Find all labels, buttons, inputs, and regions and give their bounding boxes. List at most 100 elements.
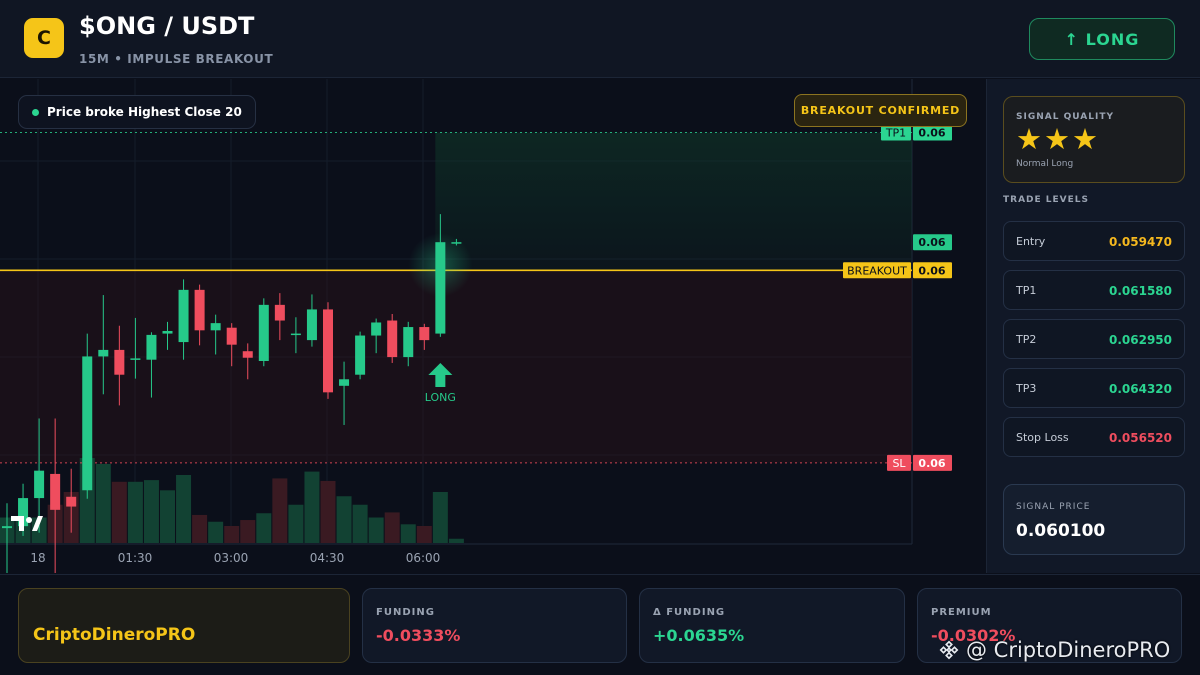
candle-body bbox=[419, 327, 430, 341]
candle-body bbox=[306, 309, 317, 341]
candle-body bbox=[371, 322, 382, 336]
volume-bar bbox=[176, 475, 192, 543]
stat-value: +0.0635% bbox=[653, 626, 745, 645]
volume-bar bbox=[400, 524, 416, 543]
volume-bar bbox=[256, 513, 272, 543]
level-row-entry: Entry 0.059470 bbox=[1003, 221, 1185, 261]
volume-bar bbox=[224, 526, 240, 543]
candle-body bbox=[130, 358, 141, 360]
volume-bar bbox=[208, 521, 224, 543]
level-name: Entry bbox=[1016, 235, 1046, 248]
coin-letter: C bbox=[37, 27, 51, 49]
candle-body bbox=[451, 242, 462, 244]
candle-body bbox=[226, 327, 237, 345]
candle-body bbox=[290, 333, 301, 336]
level-value: 0.056520 bbox=[1108, 431, 1172, 445]
volume-bar bbox=[127, 481, 143, 543]
candle bbox=[387, 314, 398, 363]
status-dot-icon bbox=[32, 108, 39, 116]
candle-body bbox=[339, 379, 350, 386]
sl-name-tag: SL bbox=[887, 454, 911, 471]
stat-card-delta-funding: Δ FUNDING +0.0635% bbox=[639, 588, 905, 663]
breakout-price-tag: 0.06 bbox=[913, 262, 952, 279]
level-value: 0.062950 bbox=[1108, 333, 1172, 347]
candle-body bbox=[323, 309, 333, 393]
candle bbox=[82, 333, 93, 499]
stat-label: FUNDING bbox=[376, 607, 435, 618]
time-axis-label: 03:00 bbox=[214, 551, 249, 565]
volume-bar bbox=[416, 526, 432, 543]
signal-sidebar: SIGNAL QUALITY ★★★ Normal Long TRADE LEV… bbox=[986, 79, 1200, 573]
current-price-tag: 0.06 bbox=[913, 234, 952, 251]
breakout-confirmed-badge: BREAKOUT CONFIRMED bbox=[794, 94, 967, 127]
volume-bar bbox=[432, 492, 448, 543]
candle-body bbox=[178, 289, 189, 343]
sl-price-tag: 0.06 bbox=[913, 454, 952, 471]
level-name: Stop Loss bbox=[1016, 431, 1069, 444]
volume-bar bbox=[160, 490, 175, 543]
trade-levels-title: TRADE LEVELS bbox=[1003, 195, 1089, 205]
candle-body bbox=[50, 473, 61, 510]
time-axis-label: 18 bbox=[30, 551, 45, 565]
level-value: 0.061580 bbox=[1108, 284, 1172, 298]
level-name: TP3 bbox=[1016, 382, 1037, 395]
tradingview-logo-icon[interactable] bbox=[10, 514, 44, 534]
candle-body bbox=[146, 334, 157, 360]
coin-logo: C bbox=[24, 18, 64, 58]
volume-bar bbox=[368, 517, 384, 543]
candle bbox=[355, 331, 366, 380]
volume-bar bbox=[95, 463, 111, 543]
sl-name-tag-text: SL bbox=[892, 457, 906, 470]
level-row-tp1: TP1 0.061580 bbox=[1003, 270, 1185, 310]
sl-price-tag-text: 0.06 bbox=[918, 457, 945, 470]
current-price-tag-text: 0.06 bbox=[918, 236, 945, 249]
footer-stats: CriptoDineroPRO FUNDING -0.0333% Δ FUNDI… bbox=[0, 574, 1200, 675]
long-marker-label: LONG bbox=[425, 391, 456, 404]
candlestick-chart[interactable]: LONG TP1 0.06 0.06 BREAKOUT 0.06 SL 0.06 18 01:… bbox=[0, 79, 985, 573]
info-chip-text: Price broke Highest Close 20 bbox=[47, 105, 242, 119]
breakout-price-tag-text: 0.06 bbox=[918, 264, 945, 277]
breakout-info-chip: Price broke Highest Close 20 bbox=[18, 95, 256, 129]
stat-label: PREMIUM bbox=[931, 607, 992, 618]
volume-bar bbox=[448, 538, 464, 543]
candle bbox=[258, 298, 269, 367]
level-row-tp2: TP2 0.062950 bbox=[1003, 319, 1185, 359]
candle-body bbox=[114, 349, 125, 375]
tp1-price-tag-text: 0.06 bbox=[918, 127, 945, 140]
candle-body bbox=[403, 327, 414, 358]
volume-bar bbox=[240, 520, 256, 543]
volume-bar bbox=[336, 496, 352, 543]
long-signal-button[interactable]: ↑ LONG bbox=[1029, 18, 1175, 60]
candle-body bbox=[98, 349, 109, 357]
candle-body bbox=[82, 356, 93, 491]
candle-body bbox=[355, 335, 366, 375]
level-name: TP1 bbox=[1016, 284, 1037, 297]
candle-body bbox=[194, 289, 205, 331]
volume-bar bbox=[272, 478, 288, 543]
volume-bar bbox=[288, 504, 304, 543]
volume-bar bbox=[111, 481, 127, 543]
stop-loss-zone bbox=[0, 270, 912, 463]
volume-bar bbox=[304, 471, 320, 543]
volume-bar bbox=[320, 480, 336, 543]
header: C $ONG / USDT 15M • IMPULSE BREAKOUT ↑ L… bbox=[0, 0, 1200, 78]
level-name: TP2 bbox=[1016, 333, 1037, 346]
candle-body bbox=[242, 351, 253, 358]
candle-body bbox=[258, 304, 269, 361]
candle-body bbox=[435, 242, 446, 334]
signal-quality-card: SIGNAL QUALITY ★★★ Normal Long bbox=[1003, 96, 1185, 183]
stat-label: Δ FUNDING bbox=[653, 607, 726, 618]
tp1-name-tag-text: TP1 bbox=[885, 127, 906, 140]
time-axis-label: 01:30 bbox=[118, 551, 153, 565]
candle-body bbox=[66, 496, 77, 507]
candle-body bbox=[210, 323, 221, 331]
time-axis-label: 06:00 bbox=[406, 551, 441, 565]
binance-logo-icon bbox=[939, 640, 959, 660]
pair-subtitle: 15M • IMPULSE BREAKOUT bbox=[79, 52, 274, 66]
watermark: @ CriptoDineroPRO bbox=[938, 638, 1170, 662]
stat-card-funding: FUNDING -0.0333% bbox=[362, 588, 627, 663]
price-chart[interactable]: LONG TP1 0.06 0.06 BREAKOUT 0.06 SL 0.06 18 01:… bbox=[0, 79, 985, 573]
brand-name: CriptoDineroPRO bbox=[33, 625, 196, 645]
candle-body bbox=[274, 304, 285, 321]
candle-body bbox=[162, 330, 173, 334]
